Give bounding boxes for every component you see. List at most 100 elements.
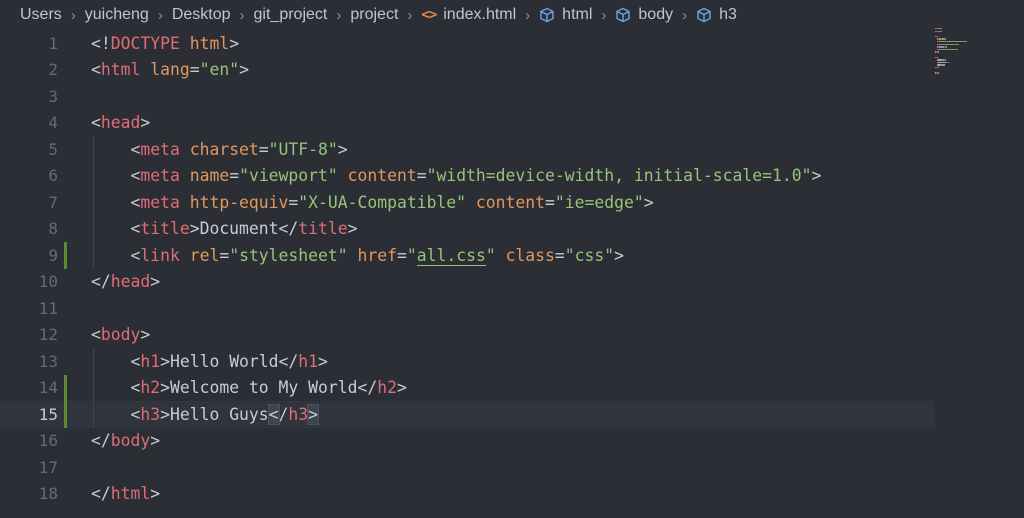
git-modified-marker[interactable]	[64, 374, 67, 401]
code-token: meta	[140, 192, 180, 212]
code-line[interactable]: 1 <!DOCTYPE html>	[0, 30, 935, 57]
code-line[interactable]: 16 </body>	[0, 428, 935, 455]
minimap[interactable]	[935, 28, 975, 76]
breadcrumb-symbol[interactable]: body	[615, 6, 673, 24]
symbol-element-icon	[696, 7, 712, 23]
code-text: <html lang="en">	[91, 60, 249, 79]
code-token: "X-UA-Compatible"	[298, 192, 467, 212]
code-token: "	[406, 245, 417, 265]
breadcrumb-symbol[interactable]: html	[539, 6, 592, 24]
code-token: content	[475, 192, 545, 212]
breadcrumb-file[interactable]: <> index.html	[421, 6, 516, 24]
code-token: =	[545, 192, 555, 212]
code-token: <!	[91, 33, 111, 53]
code-token: title	[140, 219, 190, 239]
code-line[interactable]: 15 <h3>Hello Guys</h3>	[0, 401, 935, 428]
code-line[interactable]: 11	[0, 295, 935, 322]
code-token: </	[278, 351, 299, 371]
code-text: <head>	[91, 113, 150, 132]
code-line[interactable]: 8 <title>Document</title>	[0, 216, 935, 243]
code-token: =	[396, 245, 407, 265]
line-number: 15	[38, 404, 58, 424]
code-token: >	[160, 404, 170, 424]
code-token: body	[100, 325, 141, 345]
code-token: >	[160, 378, 170, 398]
code-token: charset	[189, 139, 259, 159]
code-line[interactable]: 14 <h2>Welcome to My World</h2>	[0, 374, 935, 401]
code-token: >	[189, 219, 200, 239]
code-line[interactable]: 18 </html>	[0, 481, 935, 508]
indent-guide	[93, 348, 94, 428]
code-token: >	[150, 484, 161, 504]
code-token: </	[91, 272, 111, 292]
line-number: 14	[38, 378, 58, 398]
code-line[interactable]: 9 <link rel="stylesheet" href="all.css" …	[0, 242, 935, 269]
code-line[interactable]: 17	[0, 454, 935, 481]
line-number: 10	[38, 272, 58, 292]
git-modified-marker[interactable]	[64, 242, 67, 269]
chevron-right-icon: ›	[601, 6, 607, 24]
code-token: body	[110, 431, 151, 451]
line-number: 1	[48, 33, 58, 53]
minimap-token	[949, 41, 966, 43]
code-line[interactable]: 3	[0, 83, 935, 110]
breadcrumb-item[interactable]: project	[350, 6, 398, 24]
minimap-token	[938, 61, 947, 64]
line-number: 12	[38, 325, 58, 345]
code-token: <	[91, 325, 101, 345]
breadcrumb: Users › yuicheng › Desktop › git_project › proje…	[0, 0, 1024, 30]
chevron-right-icon: ›	[239, 6, 245, 24]
code-token: =	[219, 245, 230, 265]
chevron-right-icon: ›	[336, 6, 342, 24]
code-token: Hello Guys	[169, 404, 269, 424]
code-token: link	[140, 245, 180, 265]
chevron-right-icon: ›	[407, 6, 413, 24]
symbol-element-icon	[539, 7, 555, 23]
code-token: rel	[189, 245, 220, 265]
breadcrumb-item[interactable]: yuicheng	[85, 6, 149, 24]
code-token: "stylesheet"	[229, 245, 348, 265]
code-line[interactable]: 7 <meta http-equiv="X-UA-Compatible" con…	[0, 189, 935, 216]
code-line[interactable]: 4 <head>	[0, 110, 935, 137]
breadcrumb-item[interactable]: Desktop	[172, 6, 231, 24]
breadcrumb-symbol-label: body	[638, 6, 674, 23]
git-modified-marker[interactable]	[64, 401, 67, 428]
code-token: </	[91, 484, 111, 504]
code-token: /	[278, 404, 289, 424]
code-line[interactable]: 13 <h1>Hello World</h1>	[0, 348, 935, 375]
code-token: h1	[298, 351, 319, 371]
line-number: 2	[48, 60, 58, 80]
code-line[interactable]: 10 </head>	[0, 269, 935, 296]
code-token: http-equiv	[189, 192, 289, 212]
code-line[interactable]: 2 <html lang="en">	[0, 57, 935, 84]
code-text: <meta charset="UTF-8">	[91, 139, 347, 159]
chevron-right-icon: ›	[525, 6, 531, 24]
code-token: title	[298, 219, 348, 239]
code-token: >	[150, 272, 161, 292]
code-token: >	[150, 431, 161, 451]
code-line[interactable]: 12 <body>	[0, 322, 935, 349]
line-number: 9	[48, 245, 58, 265]
code-token: >	[614, 245, 624, 265]
breadcrumb-symbol[interactable]: h3	[696, 6, 737, 24]
code-token: =	[554, 245, 565, 265]
line-number: 17	[38, 457, 58, 477]
breadcrumb-item[interactable]: git_project	[254, 6, 328, 24]
code-line[interactable]: 6 <meta name="viewport" content="width=d…	[0, 163, 935, 190]
code-token: <	[130, 139, 141, 159]
code-editor[interactable]: 1 <!DOCTYPE html> 2 <html lang="en"> 3 4 <head…	[0, 30, 1024, 518]
code-text: </body>	[91, 431, 160, 450]
code-text: <!DOCTYPE html>	[91, 34, 239, 53]
code-token: <	[91, 113, 101, 133]
code-text: <body>	[91, 325, 150, 344]
code-line[interactable]: 5 <meta charset="UTF-8">	[0, 136, 935, 163]
code-token: "viewport"	[239, 166, 338, 186]
code-token: >	[811, 166, 822, 186]
code-token: h2	[140, 378, 161, 398]
breadcrumb-item[interactable]: Users	[20, 6, 62, 24]
